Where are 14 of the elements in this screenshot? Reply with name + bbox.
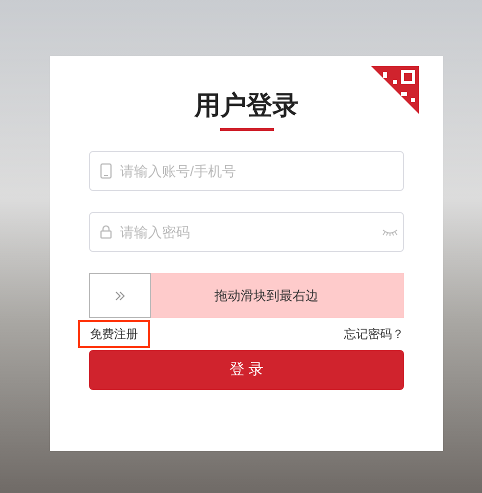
login-button[interactable]: 登 录 <box>89 350 404 390</box>
double-chevron-icon <box>115 290 125 300</box>
login-title: 用户登录 <box>194 92 298 118</box>
slider-handle[interactable] <box>89 273 151 318</box>
title-underline <box>220 128 274 131</box>
password-field[interactable]: 请输入密码 <box>89 212 404 252</box>
closed-eye-icon[interactable] <box>382 228 398 236</box>
forgot-password-link[interactable]: 忘记密码？ <box>344 325 404 343</box>
slider-hint: 拖动滑块到最右边 <box>214 286 318 305</box>
account-field[interactable]: 请输入账号/手机号 <box>89 151 404 191</box>
qr-code-corner-icon[interactable] <box>371 66 419 114</box>
phone-icon <box>100 163 112 179</box>
lock-icon <box>100 225 112 239</box>
register-link[interactable]: 免费注册 <box>78 320 150 348</box>
